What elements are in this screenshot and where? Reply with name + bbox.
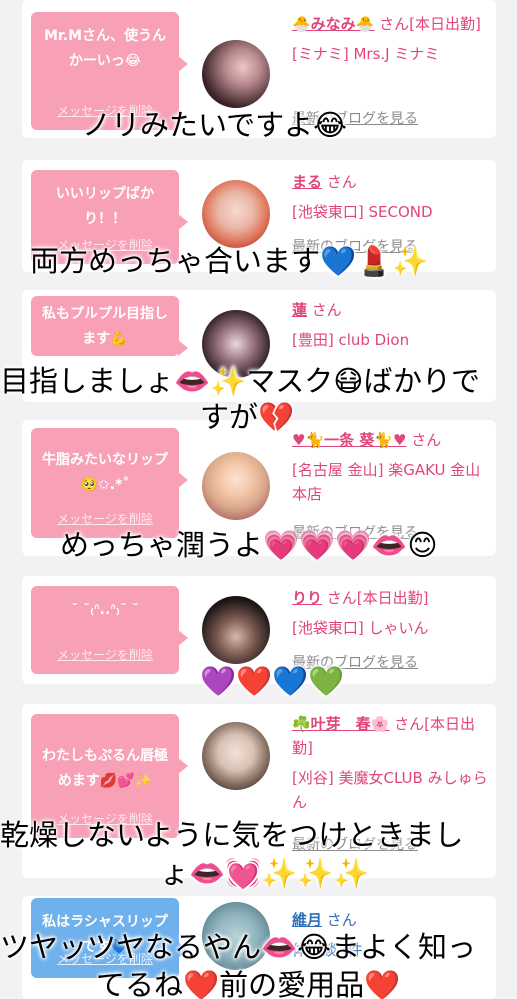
overlay-comment: ツヤッツヤなるやん👄😂まよく知っ [0, 930, 476, 964]
cast-info: まる さん [池袋東口] SECOND [292, 170, 492, 224]
message-text: わたしもぷるん唇極めます💋💕✨ [42, 748, 168, 789]
message-text: 牛脂みたいなリップ🥺✩.*˚ [42, 452, 168, 493]
overlay-comment: 乾燥しないように気をつけときまし [0, 818, 464, 852]
cast-suffix: さん[本日出勤] [379, 15, 481, 33]
overlay-comment: 目指しましょ👄✨マスク😷ばかりで [0, 364, 481, 398]
cast-info: ☘️叶芽 春🌸 さん[本日出勤] [刈谷] 美魔女CLUB みしゅらん [292, 712, 492, 814]
cast-name-link[interactable]: りり [292, 589, 322, 607]
cast-suffix: さん [326, 911, 357, 929]
cast-name-link[interactable]: 維月 [292, 911, 322, 929]
avatar[interactable] [202, 40, 270, 108]
overlay-comment: めっちゃ潤うよ💗💗💗👄😊 [60, 528, 438, 562]
overlay-comment: 両方めっちゃ合います💙💄✨ [30, 244, 429, 278]
cast-suffix: さん[本日出勤] [326, 589, 429, 607]
cast-suffix: さん [326, 173, 357, 191]
cast-name-link[interactable]: 🐣みなみ🐣 [292, 15, 374, 33]
delete-message-link[interactable]: メッセージを削除 [31, 643, 179, 668]
cast-name-link[interactable]: まる [292, 173, 322, 191]
message-bubble: 牛脂みたいなリップ🥺✩.*˚ メッセージを削除 [31, 428, 188, 538]
message-text: いいリップばかり！！ [55, 186, 155, 227]
cast-name-link[interactable]: ♥🐈一条 葵🐈♥ [292, 431, 406, 449]
overlay-comment: すが💔 [200, 400, 295, 434]
cast-suffix: さん [311, 301, 342, 319]
message-bubble: ˘ ˘₍ᐢ..ᐢ₎˘ ˘ メッセージを削除 [31, 586, 188, 674]
overlay-comment: ょ👄💓✨✨✨ [160, 856, 370, 890]
message-text: ˘ ˘₍ᐢ..ᐢ₎˘ ˘ [71, 602, 139, 618]
overlay-comment: てるね❤️前の愛用品❤️ [96, 968, 401, 999]
message-text: Mr.Mさん、使うんかーいっ😂 [43, 28, 167, 69]
cast-name-link[interactable]: 蓮 [292, 301, 307, 319]
avatar[interactable] [202, 596, 270, 664]
message-bubble: 私もプルプル目指します💪 [31, 296, 188, 356]
overlay-comment: 💜❤️💙💚 [200, 664, 345, 698]
cast-name-link[interactable]: ☘️叶芽 春🌸 [292, 715, 389, 733]
avatar[interactable] [202, 452, 270, 520]
cast-info: ♥🐈一条 葵🐈♥ さん [名古屋 金山] 楽GAKU 金山本店 [292, 428, 492, 506]
avatar[interactable] [202, 722, 270, 790]
overlay-comment: ノリみたいですよ😂 [82, 108, 348, 142]
shop-name: [刈谷] 美魔女CLUB みしゅらん [292, 769, 488, 811]
shop-name: [豊田] club Dion [292, 331, 410, 349]
shop-name: [名古屋 金山] 楽GAKU 金山本店 [292, 461, 481, 503]
cast-suffix: さん [411, 431, 442, 449]
message-text: 私もプルプル目指します💪 [42, 306, 168, 347]
shop-name: [池袋東口] SECOND [292, 203, 433, 221]
shop-name: [池袋東口] しゃいん [292, 619, 429, 637]
shop-name: [ミナミ] Mrs.J ミナミ [292, 45, 440, 63]
cast-info: 蓮 さん [豊田] club Dion [292, 298, 492, 352]
avatar[interactable] [202, 180, 270, 248]
cast-info: りり さん[本日出勤] [池袋東口] しゃいん [292, 586, 492, 640]
cast-info: 🐣みなみ🐣 さん[本日出勤] [ミナミ] Mrs.J ミナミ [292, 12, 492, 66]
